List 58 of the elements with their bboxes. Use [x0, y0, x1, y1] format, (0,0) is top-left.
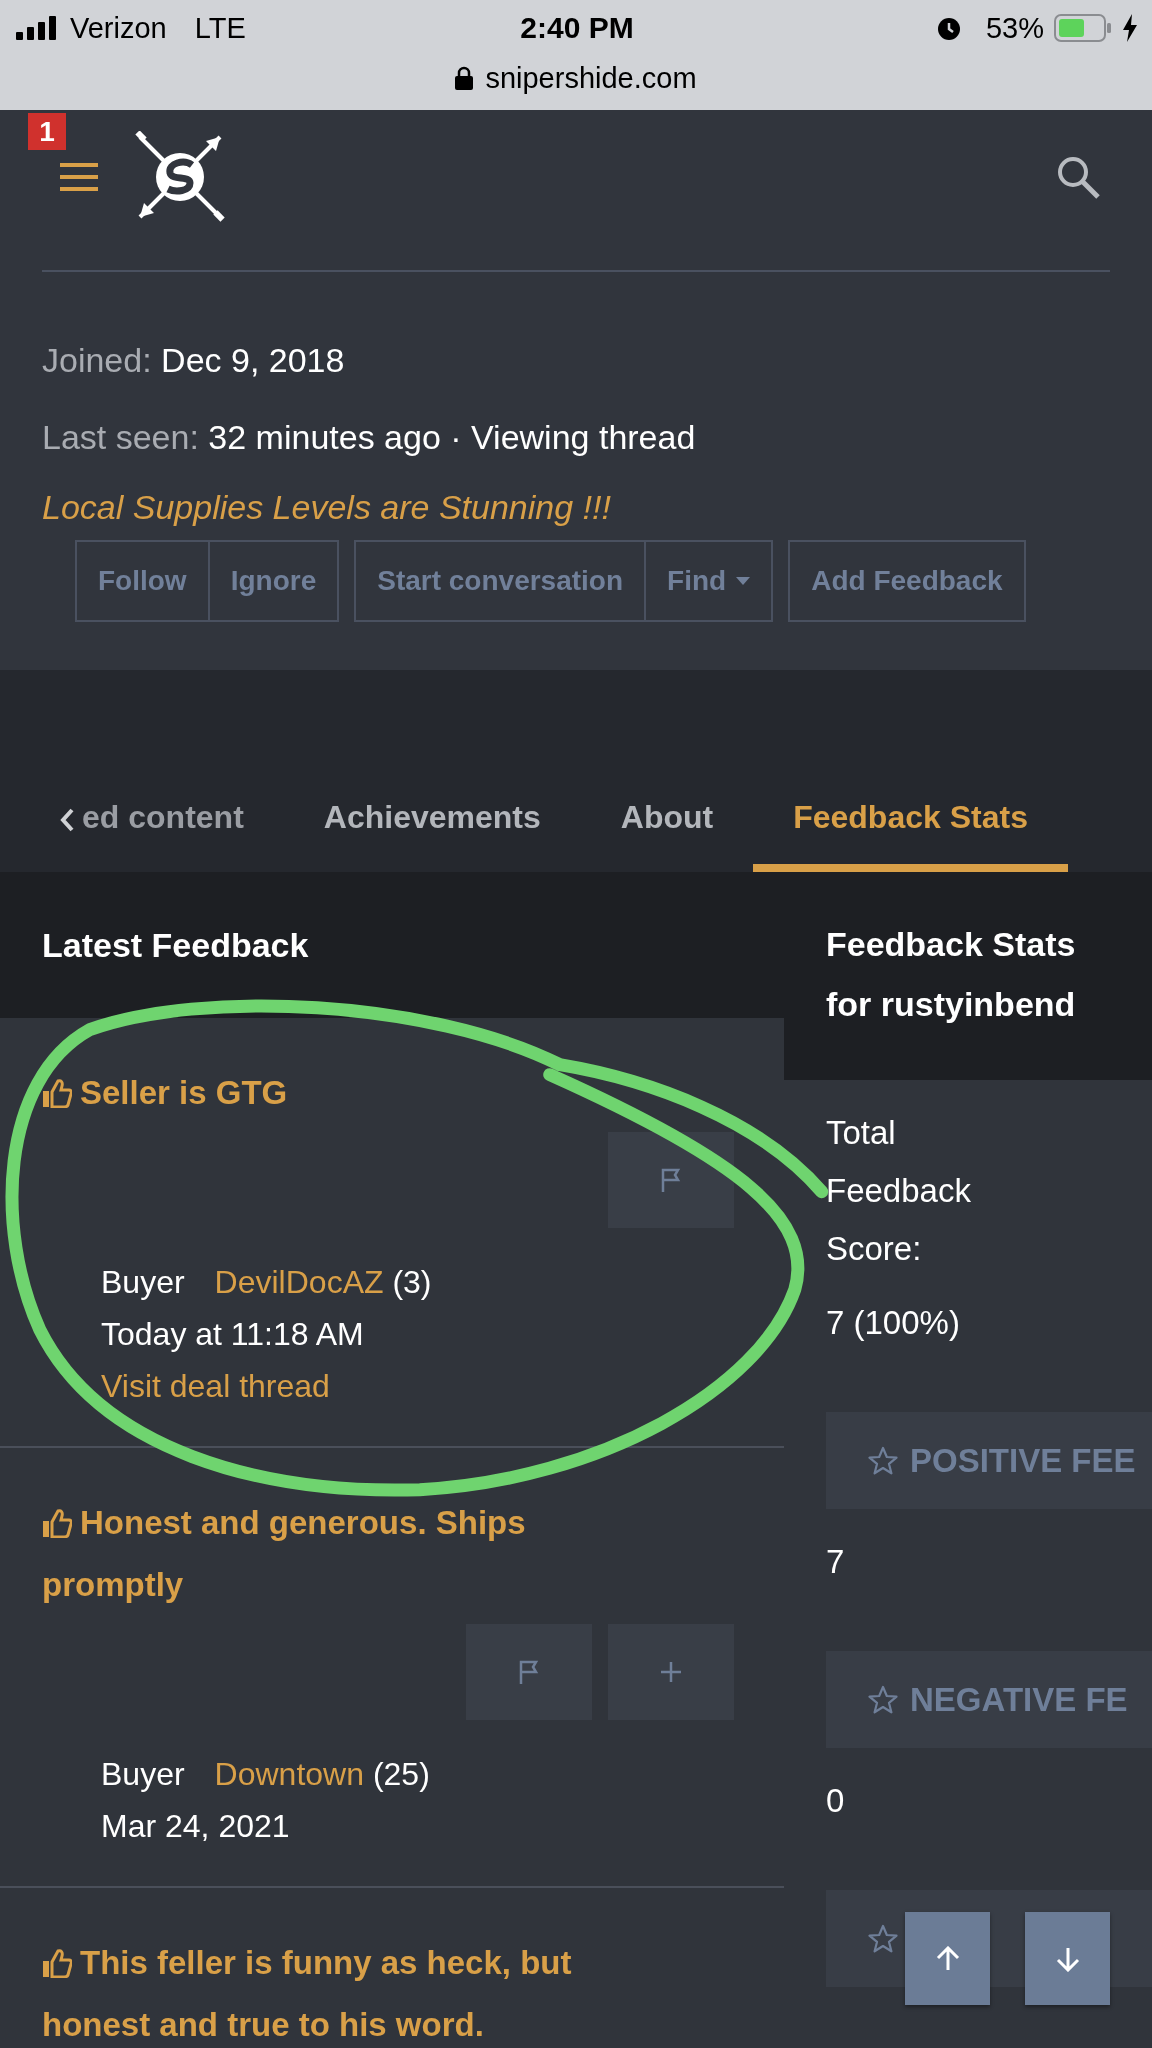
user-link[interactable]: DevilDocAZ [214, 1264, 384, 1300]
feedback-title: Seller is GTG [42, 1062, 642, 1124]
deal-thread-link[interactable]: Visit deal thread [101, 1360, 330, 1412]
stat-value: 0 [826, 1781, 845, 1821]
user-count: (25) [372, 1756, 430, 1792]
feedback-title: Honest and generous. Ships promptly [42, 1503, 527, 1605]
tab[interactable]: Achievements [283, 762, 581, 872]
profile-button[interactable]: Ignore [209, 542, 338, 620]
total-score: 7 (100%) [826, 1303, 961, 1343]
role-label: Buyer [101, 1264, 185, 1300]
search-icon[interactable] [1056, 154, 1100, 199]
feedback-title: This feller is funny as heck, but honest and true to his word. [42, 1943, 573, 2045]
profile-button[interactable]: Start conversation [356, 542, 647, 620]
section-heading: Feedback Stats for rustyinbend [784, 872, 1152, 1080]
notification-badge: 1 [28, 113, 66, 150]
section-heading: Latest Feedback [0, 872, 784, 1018]
lock-icon [455, 66, 474, 90]
stat-heading: POSITIVE FEE [826, 1412, 1152, 1509]
carrier-name: Verizon [70, 11, 167, 45]
plus-icon [659, 1660, 683, 1684]
tab[interactable]: ed content [74, 762, 284, 872]
page-url: snipershide.com [485, 61, 697, 95]
arrow-down-icon [1054, 1945, 1081, 1972]
thumbs-up-icon [42, 1078, 72, 1108]
clock-time: 2:40 PM [520, 11, 634, 45]
stat-heading: NEGATIVE FE [826, 1651, 1152, 1748]
thread-link[interactable]: Local Supplies Levels are Stunning !!! [42, 488, 611, 526]
logo-icon[interactable] [134, 130, 226, 223]
flag-icon [518, 1659, 540, 1685]
user-link[interactable]: Downtown [214, 1756, 364, 1792]
arrow-up-icon [934, 1945, 961, 1972]
alarm-icon [935, 15, 962, 41]
user-count: (3) [392, 1264, 432, 1300]
star-icon [868, 1445, 898, 1476]
flag-icon [660, 1167, 682, 1193]
thumbs-up-icon [42, 1508, 72, 1538]
tab[interactable]: About [580, 762, 754, 872]
menu-icon[interactable] [60, 162, 98, 191]
role-label: Buyer [101, 1756, 185, 1792]
profile-button[interactable]: Add Feedback [790, 542, 1024, 620]
star-icon [868, 1923, 898, 1954]
thumbs-up-icon [42, 1948, 72, 1978]
feedback-date: Mar 24, 2021 [101, 1807, 291, 1846]
charging-icon [1122, 14, 1138, 42]
joined-label: Joined: [42, 341, 152, 379]
stat-value: 7 [826, 1542, 845, 1582]
battery-percent: 53% [985, 11, 1044, 45]
joined-date: Dec 9, 2018 [161, 341, 345, 379]
chevron-left-icon[interactable] [60, 808, 74, 832]
star-icon [868, 1684, 898, 1715]
profile-button[interactable]: Find [646, 542, 772, 620]
total-score-label: Total Feedback Score: [826, 1113, 972, 1269]
battery-icon [1054, 14, 1112, 42]
feedback-date: Today at 11:18 AM [101, 1315, 365, 1354]
profile-button[interactable]: Follow [77, 542, 210, 620]
last-seen-text: Last seen: 32 minutes ago · Viewing thread Local Supplies Levels are Stunning !!! [42, 417, 697, 528]
network-type: LTE [194, 11, 246, 45]
report-button[interactable] [608, 1132, 734, 1228]
